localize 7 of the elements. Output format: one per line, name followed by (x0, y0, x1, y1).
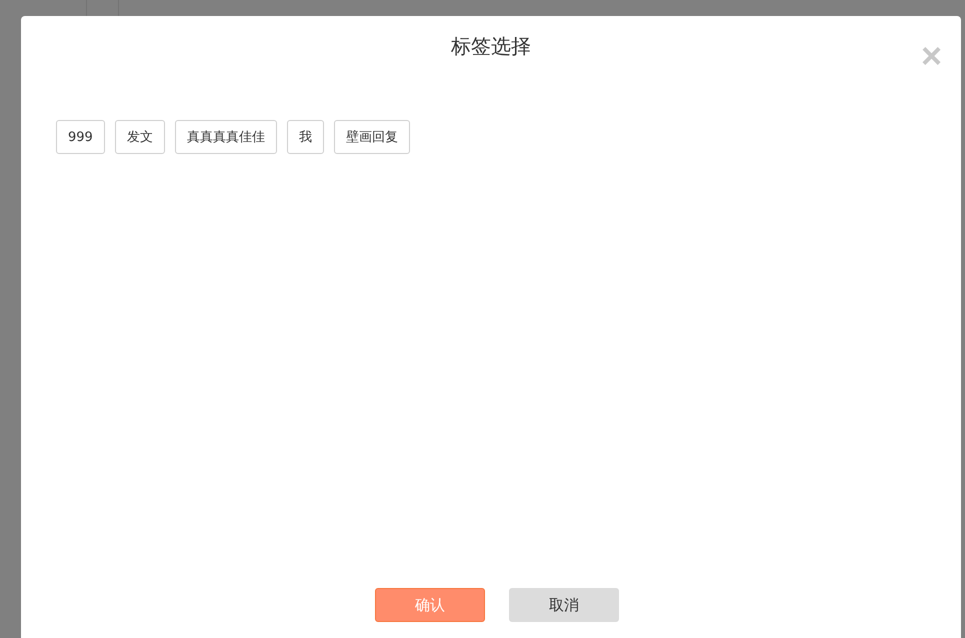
tag-chip[interactable]: 真真真真佳佳 (174, 120, 277, 154)
cancel-button[interactable]: 取消 (509, 588, 619, 622)
dialog-title: 标签选择 (451, 34, 531, 58)
tag-chip[interactable]: 壁画回复 (334, 120, 410, 154)
tag-chip[interactable]: 999 (56, 120, 105, 154)
tag-chip[interactable]: 我 (286, 120, 324, 154)
tag-chip[interactable]: 发文 (114, 120, 165, 154)
